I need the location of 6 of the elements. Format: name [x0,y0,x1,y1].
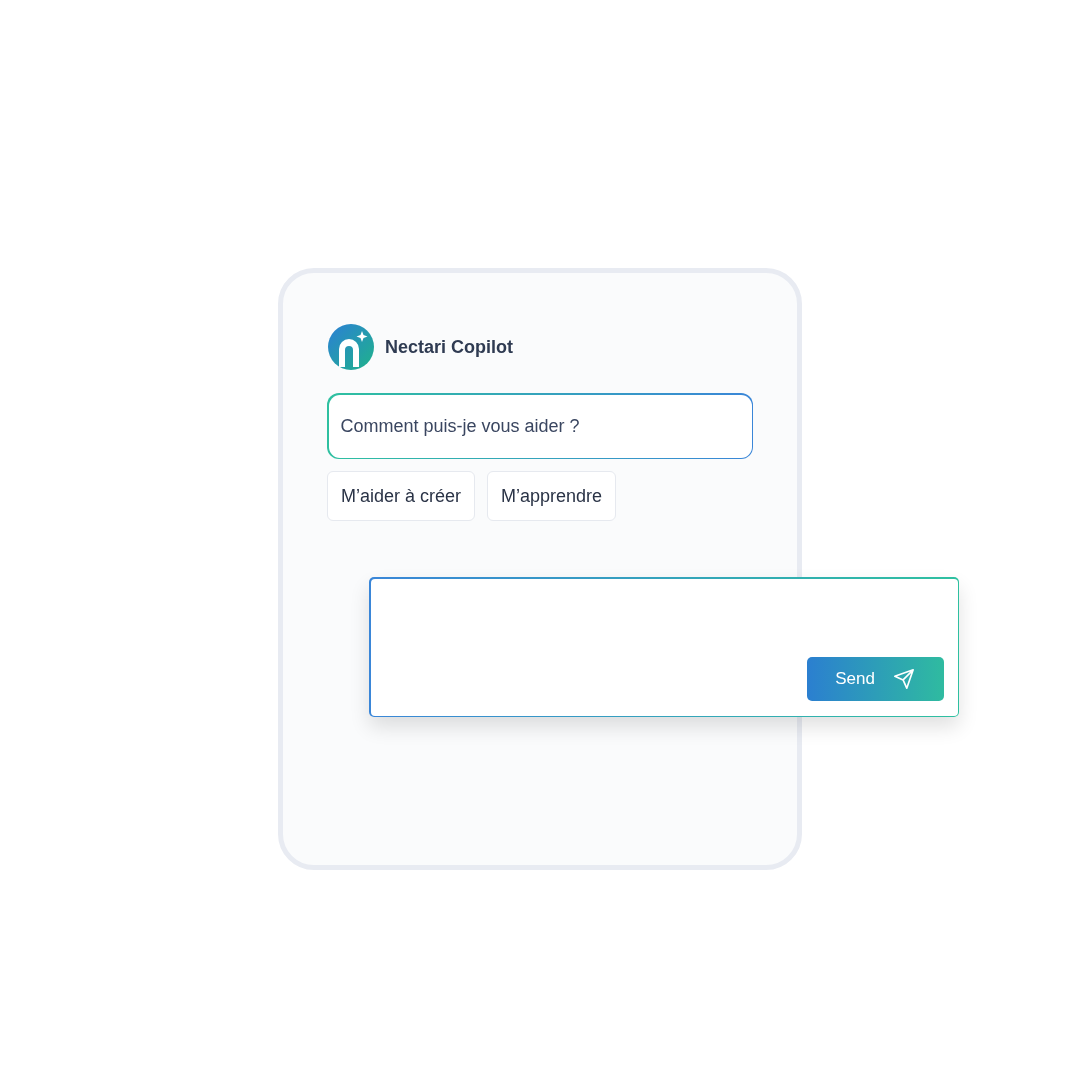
send-icon [892,667,915,690]
assistant-name: Nectari Copilot [385,335,513,359]
logo-icon [327,323,375,371]
message-bubble: Comment puis-je vous aider ? [327,393,753,459]
suggestion-button[interactable]: M’apprendre [487,471,617,521]
suggestion-button[interactable]: M’aider à créer [327,471,476,521]
